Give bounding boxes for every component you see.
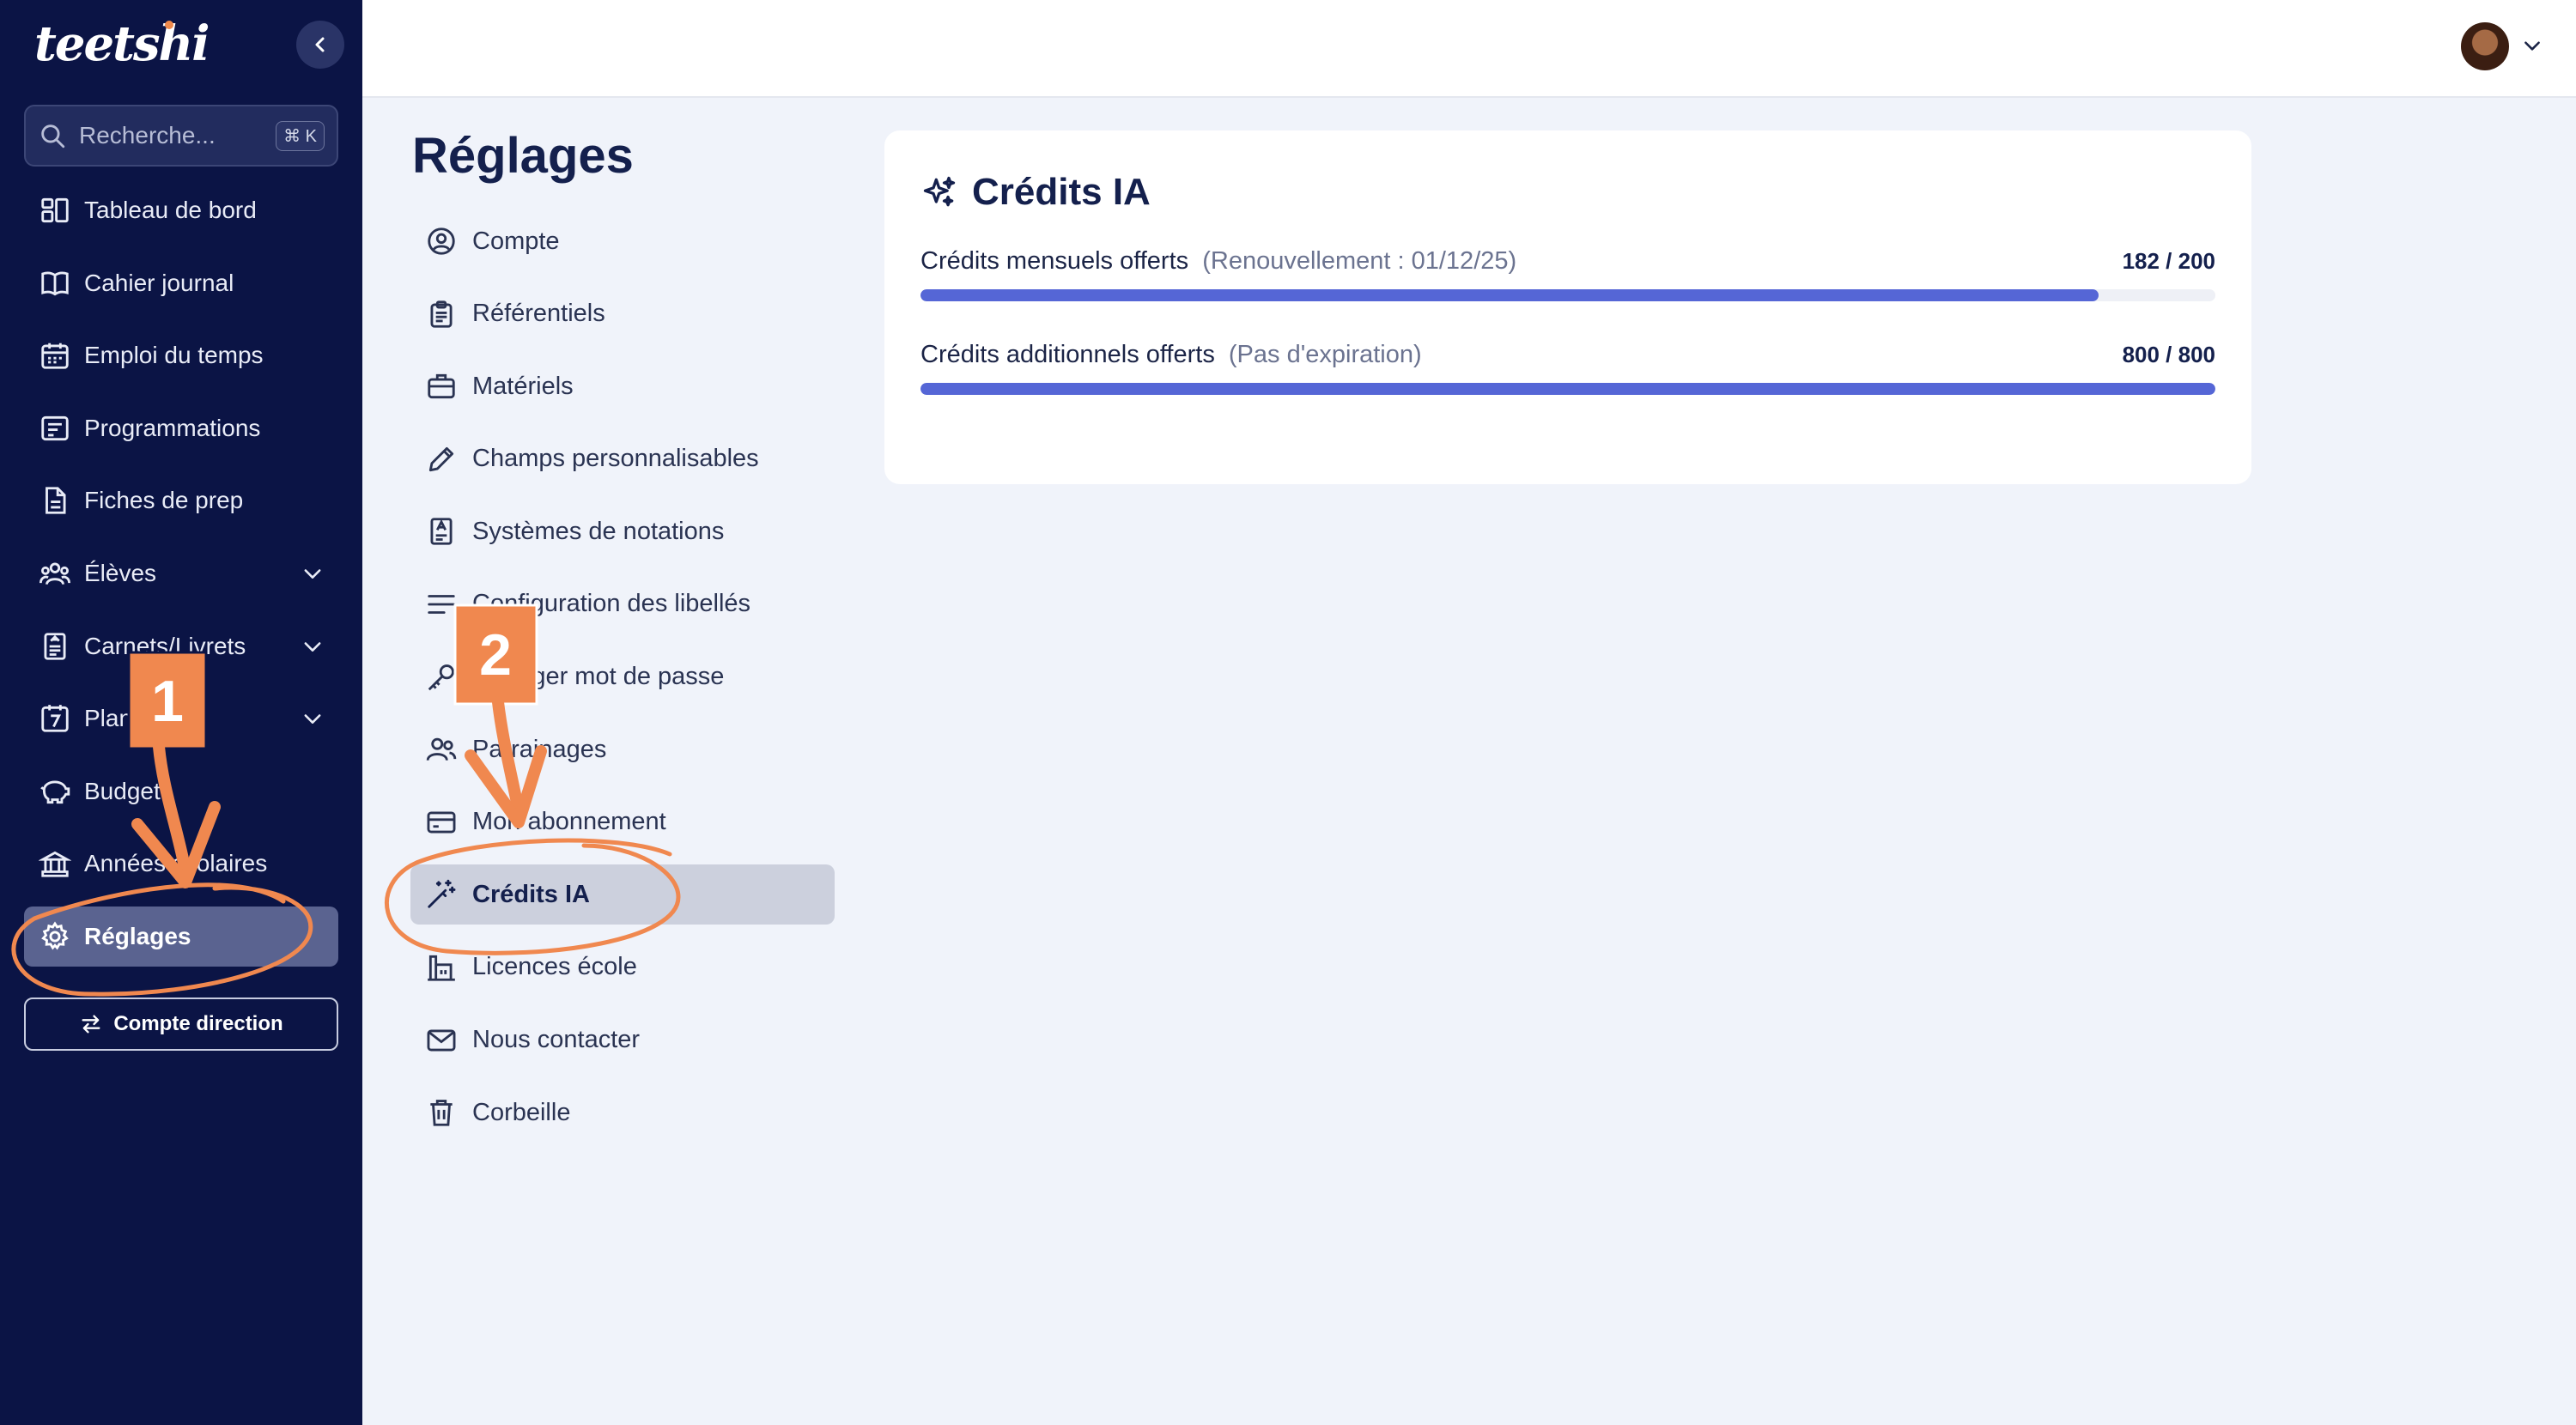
- settings-menu: Compte Référentiels Matériels Champs per…: [410, 211, 835, 1155]
- search-icon: [41, 124, 65, 149]
- additional-credits: Crédits additionnels offerts (Pas d'expi…: [920, 341, 2215, 395]
- briefcase-icon: [424, 369, 459, 403]
- book-icon: [38, 266, 72, 300]
- key-icon: [424, 660, 459, 694]
- chevron-down-icon[interactable]: [2521, 34, 2543, 57]
- settings-item-materiels[interactable]: Matériels: [410, 356, 835, 416]
- dashboard-icon: [38, 193, 72, 227]
- swap-arrows-icon: [79, 1012, 103, 1036]
- monthly-credits: Crédits mensuels offerts (Renouvellement…: [920, 247, 2215, 301]
- additional-credits-expiration: (Pas d'expiration): [1228, 341, 1422, 368]
- settings-item-nous-contacter[interactable]: Nous contacter: [410, 1010, 835, 1070]
- sidebar-item-reglages[interactable]: Réglages: [24, 906, 338, 967]
- settings-item-configuration-libelles[interactable]: Configuration des libellés: [410, 574, 835, 634]
- card-title-text: Crédits IA: [972, 171, 1151, 213]
- top-bar: [362, 0, 2576, 98]
- settings-item-mon-abonnement[interactable]: Mon abonnement: [410, 792, 835, 852]
- additional-credits-progress: [920, 383, 2215, 395]
- sidebar-item-cahier-journal[interactable]: Cahier journal: [24, 253, 338, 313]
- monthly-credits-count: 182 / 200: [2122, 248, 2215, 274]
- lines-icon: [424, 587, 459, 622]
- planning-icon: [38, 701, 72, 736]
- gear-icon: [38, 919, 72, 954]
- settings-item-corbeille[interactable]: Corbeille: [410, 1082, 835, 1143]
- monthly-credits-renewal: (Renouvellement : 01/12/25): [1202, 247, 1517, 275]
- sidebar-item-carnets-livrets[interactable]: Carnets/Livrets: [24, 616, 338, 676]
- chevron-down-icon: [304, 641, 321, 652]
- sparkles-icon: [923, 176, 956, 207]
- monthly-credits-progress: [920, 289, 2215, 301]
- chevron-down-icon: [304, 569, 321, 579]
- additional-credits-label: Crédits additionnels offerts: [920, 341, 1215, 368]
- list-icon: [38, 411, 72, 446]
- settings-item-referentiels[interactable]: Référentiels: [410, 284, 835, 344]
- sidebar-item-eleves[interactable]: Élèves: [24, 543, 338, 603]
- sidebar-nav: Tableau de bord Cahier journal Emploi du…: [24, 180, 338, 979]
- settings-item-parrainages[interactable]: Parrainages: [410, 719, 835, 779]
- search-input[interactable]: Recherche... ⌘ K: [24, 105, 338, 167]
- piggy-bank-icon: [38, 774, 72, 809]
- trash-icon: [424, 1095, 459, 1130]
- sidebar-item-programmations[interactable]: Programmations: [24, 398, 338, 458]
- notebook-icon: [38, 629, 72, 664]
- settings-item-systemes-de-notations[interactable]: Systèmes de notations: [410, 501, 835, 561]
- chevron-left-icon: [315, 37, 325, 52]
- calendar-icon: [38, 338, 72, 373]
- additional-credits-count: 800 / 800: [2122, 342, 2215, 367]
- collapse-sidebar-button[interactable]: [296, 21, 344, 69]
- chevron-down-icon: [304, 714, 321, 725]
- credits-card: Crédits IA Crédits mensuels offerts (Ren…: [884, 130, 2251, 484]
- sidebar-item-budget[interactable]: Budget: [24, 761, 338, 822]
- search-placeholder: Recherche...: [79, 122, 216, 149]
- sidebar: teetshi Recherche... ⌘ K Tableau de bord…: [0, 0, 362, 1425]
- sidebar-item-emploi-du-temps[interactable]: Emploi du temps: [24, 325, 338, 385]
- additional-credits-progress-fill: [920, 383, 2215, 395]
- settings-item-credits-ia[interactable]: Crédits IA: [410, 864, 835, 925]
- building-icon: [424, 950, 459, 985]
- sidebar-item-tableau-de-bord[interactable]: Tableau de bord: [24, 180, 338, 240]
- page-title: Réglages: [412, 128, 634, 184]
- card-title: Crédits IA: [920, 168, 2215, 216]
- settings-item-changer-mot-de-passe[interactable]: Changer mot de passe: [410, 647, 835, 707]
- school-icon: [38, 846, 72, 881]
- students-icon: [38, 556, 72, 591]
- settings-item-licences-ecole[interactable]: Licences école: [410, 937, 835, 998]
- magic-wand-icon: [424, 877, 459, 912]
- pencil-icon: [424, 442, 459, 476]
- monthly-credits-progress-fill: [920, 289, 2099, 301]
- shortcut-badge: ⌘ K: [276, 120, 325, 151]
- switch-direction-account-button[interactable]: Compte direction: [24, 998, 338, 1051]
- user-avatar[interactable]: [2461, 22, 2509, 70]
- grade-icon: [424, 514, 459, 549]
- users-icon: [424, 732, 459, 767]
- file-icon: [38, 483, 72, 518]
- sidebar-item-fiches-de-prep[interactable]: Fiches de prep: [24, 470, 338, 531]
- user-circle-icon: [424, 224, 459, 258]
- clipboard-icon: [424, 297, 459, 331]
- app-logo[interactable]: teetshi: [34, 15, 210, 72]
- credit-card-icon: [424, 805, 459, 840]
- settings-item-champs-personnalisables[interactable]: Champs personnalisables: [410, 429, 835, 489]
- settings-item-compte[interactable]: Compte: [410, 211, 835, 271]
- sidebar-item-planning[interactable]: Planning: [24, 688, 338, 749]
- mail-icon: [424, 1023, 459, 1058]
- monthly-credits-label: Crédits mensuels offerts: [920, 247, 1189, 275]
- sidebar-item-annees-scolaires[interactable]: Années scolaires: [24, 834, 338, 894]
